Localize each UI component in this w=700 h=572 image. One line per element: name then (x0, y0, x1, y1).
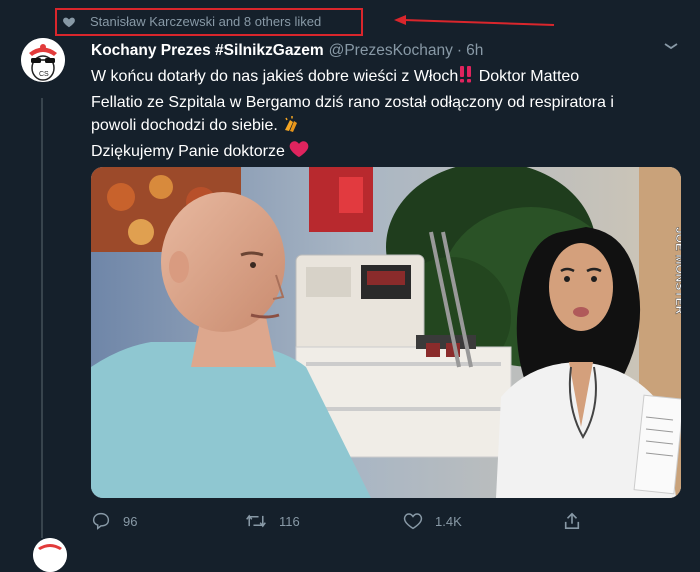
clapping-hands-icon (282, 116, 300, 140)
separator: · (456, 42, 463, 59)
heart-emoji-icon (289, 140, 309, 166)
thread-line (41, 98, 43, 538)
text-line: powoli dochodzi do siebie. (91, 114, 671, 140)
author-name[interactable]: Kochany Prezes #SilnikzGazem (91, 42, 324, 60)
tweet-header: Kochany Prezes #SilnikzGazem @PrezesKoch… (91, 42, 483, 60)
tweet-media[interactable]: JOE MONSTER (91, 167, 681, 498)
reply-icon (92, 512, 110, 530)
reply-count: 96 (123, 513, 138, 529)
retweet-button[interactable]: 116 (245, 512, 300, 530)
annotation-arrow (394, 15, 555, 26)
tweet-time[interactable]: 6h (466, 42, 483, 60)
share-icon (564, 512, 580, 530)
share-button[interactable] (563, 512, 593, 530)
tweet-text: W końcu dotarły do nas jakieś dobre wieś… (91, 65, 671, 165)
avatar[interactable]: CS (21, 38, 65, 82)
annotation-box (55, 8, 363, 36)
like-count: 1.4K (435, 513, 462, 529)
author-handle[interactable]: @PrezesKochany (329, 42, 453, 60)
like-icon (403, 513, 423, 530)
next-avatar-image (33, 538, 67, 572)
text-line: Dziękujemy Panie doktorze (91, 140, 671, 166)
media-image: JOE MONSTER (91, 167, 681, 498)
text-line: W końcu dotarły do nas jakieś dobre wieś… (91, 65, 671, 91)
tweet-actions: 96 116 1.4K (91, 512, 591, 532)
text-line: Fellatio ze Szpitala w Bergamo dziś rano… (91, 93, 614, 111)
retweet-count: 116 (279, 513, 300, 529)
more-icon[interactable] (662, 42, 680, 50)
avatar-image: CS (21, 38, 65, 82)
double-exclamation-icon (458, 65, 474, 91)
next-tweet-avatar[interactable] (33, 538, 67, 572)
avatar-label: CS (39, 71, 49, 78)
like-button[interactable]: 1.4K (403, 512, 462, 530)
reply-button[interactable]: 96 (91, 512, 137, 530)
watermark-text: JOE MONSTER (673, 227, 681, 315)
retweet-icon (246, 514, 266, 528)
